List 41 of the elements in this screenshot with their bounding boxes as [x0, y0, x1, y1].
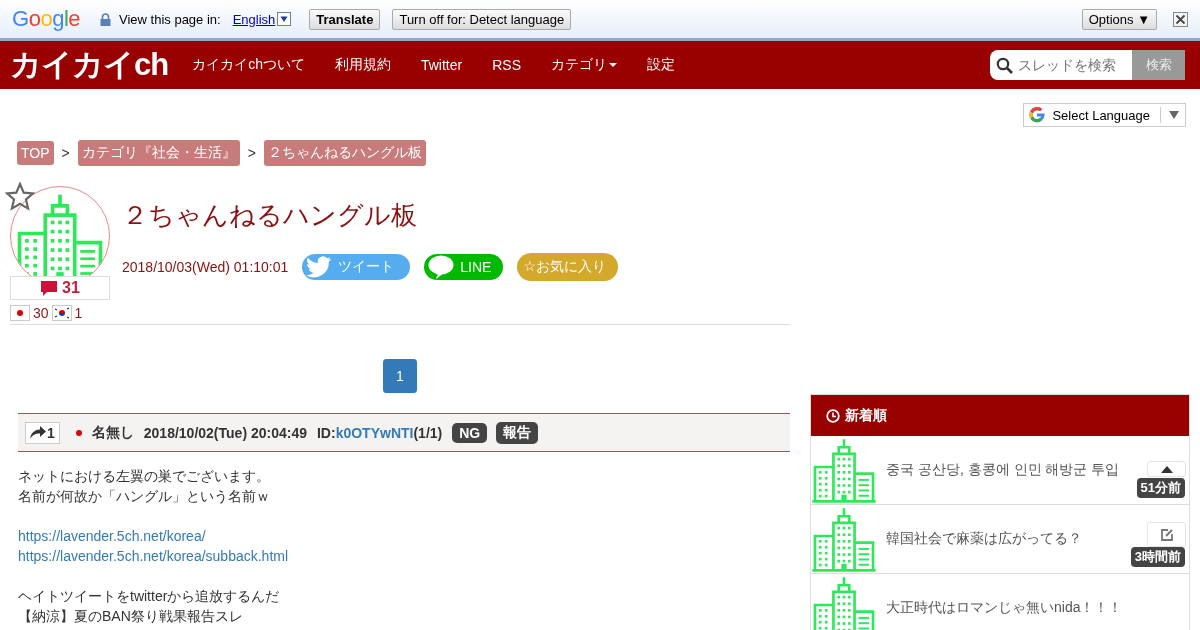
search-field[interactable]: スレッドを検索: [990, 50, 1132, 80]
thread-title: ２ちゃんねるハングル板: [122, 199, 418, 232]
comment-count: 31: [10, 276, 110, 300]
post-action-button[interactable]: NG: [452, 422, 488, 443]
nav-link[interactable]: RSS: [492, 57, 521, 73]
site-logo[interactable]: カイカイch: [10, 44, 169, 86]
nav-link[interactable]: 設定: [647, 56, 675, 74]
reply-button[interactable]: 1: [25, 421, 60, 444]
post-link[interactable]: https://lavender.5ch.net/korea/subback.html: [18, 546, 289, 566]
id-label: ID:: [317, 424, 336, 441]
post-text: 【納涼】夏のBAN祭り戦果報告スレ: [18, 607, 243, 626]
poster-id-link[interactable]: k0OTYwNTI: [335, 424, 414, 441]
post-action-button[interactable]: 報告: [496, 421, 539, 444]
nav-link[interactable]: カイカイchついて: [192, 56, 305, 74]
flag-count: 30: [33, 305, 49, 321]
nav-link[interactable]: Twitter: [421, 57, 463, 73]
sidebar-title: 新着順: [845, 406, 887, 425]
flag-count: 1: [74, 305, 83, 321]
thread-list-item[interactable]: 大正時代はロマンじゃ無いnida！！！: [811, 574, 1189, 630]
time-badge: 3時間前: [1130, 547, 1185, 567]
language-link[interactable]: English: [232, 11, 276, 27]
post-link[interactable]: https://lavender.5ch.net/korea/: [18, 526, 206, 546]
post-text: ネットにおける左翼の巣でございます。: [18, 467, 270, 486]
post-text: 名前が何故か「ハングル」という名前ｗ: [18, 487, 270, 506]
translate-label: View this page in:: [119, 11, 221, 27]
post-date: 2018/10/02(Tue) 20:04:49: [143, 424, 307, 441]
page-button[interactable]: 1: [383, 359, 417, 393]
poster-name: 名無し: [91, 423, 134, 442]
thread-date: 2018/10/03(Wed) 01:10:01: [122, 259, 289, 275]
post-text: ヘイトツイートをtwitterから追放するんだ: [18, 587, 280, 606]
translate-button[interactable]: Translate: [309, 8, 381, 30]
turn-off-button[interactable]: Turn off for: Detect language: [392, 8, 572, 30]
options-button[interactable]: Options ▼: [1081, 8, 1157, 30]
language-select[interactable]: Select Language: [1023, 103, 1186, 127]
breadcrumb-separator: >: [61, 145, 70, 161]
time-badge: 51分前: [1136, 478, 1185, 498]
breadcrumb-separator: >: [247, 145, 256, 161]
id-count: (1/1): [413, 424, 443, 441]
google-logo: Google: [12, 6, 80, 32]
nav-link[interactable]: 利用規約: [335, 56, 391, 74]
nav-dropdown[interactable]: カテゴリ: [551, 56, 617, 74]
